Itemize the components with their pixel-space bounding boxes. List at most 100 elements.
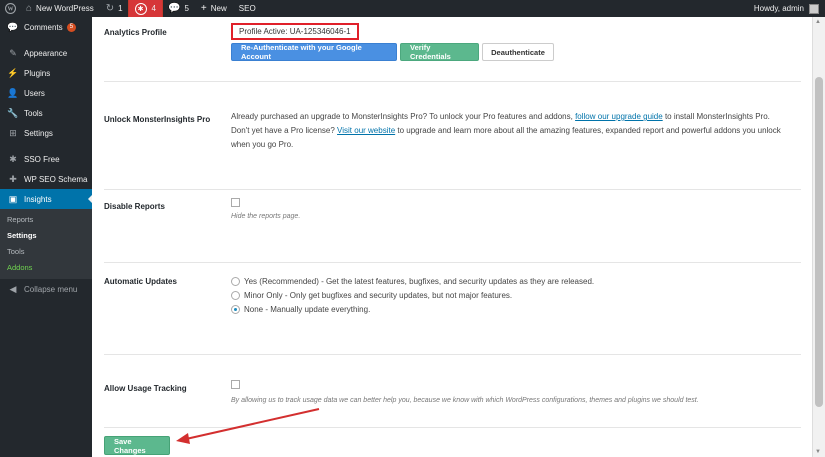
refresh-icon: ↻ [105, 3, 115, 14]
submenu-settings[interactable]: Settings [0, 228, 92, 244]
alert-icon: ✱ [134, 2, 147, 15]
disable-reports-row: Disable Reports Hide the reports page. [104, 190, 801, 263]
sidebar-item-wp-seo-schema[interactable]: ✚ WP SEO Schema [0, 169, 92, 189]
unlock-line2-pre: Don't yet have a Pro license? [231, 126, 335, 135]
unlock-line1-pre: Already purchased an upgrade to MonsterI… [231, 112, 573, 121]
schema-icon: ✚ [9, 173, 17, 184]
insights-icon: ▣ [8, 193, 18, 204]
wordpress-logo-icon[interactable]: W [0, 0, 20, 17]
updates-count: 1 [118, 4, 123, 13]
sidebar-item-label: Insights [24, 194, 52, 204]
unlock-pro-label: Unlock MonsterInsights Pro [104, 115, 211, 124]
update-option-minor[interactable]: Minor Only - Only get bugfixes and secur… [231, 288, 594, 302]
verify-credentials-button[interactable]: Verify Credentials [400, 43, 479, 61]
radio-minor[interactable] [231, 290, 240, 300]
upgrade-guide-link[interactable]: follow our upgrade guide [575, 112, 663, 121]
save-changes-button[interactable]: Save Changes [104, 436, 170, 455]
insights-submenu: Reports Settings Tools Addons [0, 209, 92, 279]
unlock-line1-post: to install MonsterInsights Pro. [664, 112, 770, 121]
sidebar-item-plugins[interactable]: ⚡ Plugins [0, 63, 92, 83]
auth-buttons: Re-Authenticate with your Google Account… [231, 43, 557, 61]
sidebar-item-label: Plugins [24, 68, 51, 78]
admin-sidebar: 💬 Comments 5 ✎ Appearance ⚡ Plugins 👤 Us… [0, 17, 92, 457]
comments-badge: 5 [66, 22, 77, 32]
sidebar-item-label: Settings [24, 128, 53, 138]
sidebar-item-label: Appearance [24, 48, 68, 58]
scroll-up-arrow-icon[interactable]: ▲ [815, 19, 821, 25]
sidebar-item-users[interactable]: 👤 Users [0, 83, 92, 103]
avatar [809, 3, 819, 14]
comments-link[interactable]: 💬 5 [162, 0, 195, 17]
site-name-link[interactable]: ⌂ New WordPress [20, 0, 100, 17]
submenu-tools[interactable]: Tools [0, 244, 92, 260]
visit-website-link[interactable]: Visit our website [337, 126, 395, 135]
submenu-addons[interactable]: Addons [0, 260, 92, 276]
automatic-updates-label: Automatic Updates [104, 277, 177, 286]
reauthenticate-button[interactable]: Re-Authenticate with your Google Account [231, 43, 397, 61]
alerts-count: 4 [151, 4, 156, 13]
paintbrush-icon: ✎ [9, 47, 17, 58]
alerts-link[interactable]: ✱ 4 [127, 0, 164, 18]
site-name: New WordPress [36, 4, 94, 13]
radio-none[interactable] [231, 304, 240, 314]
update-option-yes[interactable]: Yes (Recommended) - Get the latest featu… [231, 274, 594, 288]
usage-tracking-row: Allow Usage Tracking By allowing us to t… [104, 355, 801, 428]
wrench-icon: 🔧 [7, 107, 19, 118]
updates-link[interactable]: ↻ 1 [100, 0, 129, 17]
sidebar-item-tools[interactable]: 🔧 Tools [0, 103, 92, 123]
update-option-yes-label: Yes (Recommended) - Get the latest featu… [244, 276, 595, 286]
plugin-icon: ⚡ [7, 67, 19, 78]
analytics-profile-row: Analytics Profile Profile Active: UA-125… [104, 17, 801, 82]
settings-icon: ⊞ [9, 127, 17, 138]
disable-reports-checkbox[interactable] [231, 198, 240, 207]
comment-icon: 💬 [168, 3, 181, 14]
usage-tracking-label: Allow Usage Tracking [104, 384, 187, 393]
new-content-link[interactable]: + New [195, 0, 233, 17]
unlock-pro-text: Already purchased an upgrade to MonsterI… [231, 110, 796, 152]
sidebar-item-label: Tools [24, 108, 43, 118]
sidebar-item-insights[interactable]: ▣ Insights [0, 189, 92, 209]
update-option-none[interactable]: None - Manually update everything. [231, 302, 594, 316]
sidebar-item-settings[interactable]: ⊞ Settings [0, 123, 92, 143]
submenu-reports[interactable]: Reports [0, 212, 92, 228]
unlock-pro-row: Unlock MonsterInsights Pro Already purch… [104, 82, 801, 190]
unlock-line-3: when you go Pro. [231, 140, 294, 149]
sidebar-item-label: WP SEO Schema [24, 174, 88, 184]
usage-tracking-desc: By allowing us to track usage data we ca… [231, 397, 699, 404]
collapse-label: Collapse menu [24, 284, 78, 294]
sidebar-item-comments[interactable]: 💬 Comments 5 [0, 17, 92, 37]
seo-label: SEO [238, 4, 256, 13]
disable-reports-body: Hide the reports page. [231, 198, 300, 220]
scrollbar-thumb[interactable] [815, 77, 823, 407]
save-area: Save Changes [104, 436, 173, 455]
sidebar-item-label: Comments [24, 22, 63, 32]
comment-icon: 💬 [7, 21, 19, 32]
unlock-line-1: Already purchased an upgrade to MonsterI… [231, 110, 796, 124]
collapse-icon: ◀ [9, 283, 17, 294]
sidebar-item-appearance[interactable]: ✎ Appearance [0, 43, 92, 63]
sidebar-item-label: SSO Free [24, 154, 60, 164]
sso-icon: ✱ [9, 153, 17, 164]
analytics-profile-body: Profile Active: UA-125346046-1 Re-Authen… [231, 23, 557, 61]
page-scrollbar[interactable]: ▲ ▼ [812, 17, 825, 457]
unlock-line-2: Don't yet have a Pro license? Visit our … [231, 124, 796, 138]
seo-link[interactable]: SEO [233, 0, 262, 17]
profile-active-text: Profile Active: UA-125346046-1 [231, 23, 359, 40]
account-menu[interactable]: Howdy, admin [748, 0, 825, 17]
disable-reports-label: Disable Reports [104, 202, 165, 211]
collapse-menu-button[interactable]: ◀ Collapse menu [0, 279, 92, 299]
sidebar-item-sso-free[interactable]: ✱ SSO Free [0, 149, 92, 169]
update-option-minor-label: Minor Only - Only get bugfixes and secur… [244, 290, 513, 300]
analytics-profile-label: Analytics Profile [104, 28, 167, 37]
automatic-updates-row: Automatic Updates Yes (Recommended) - Ge… [104, 263, 801, 355]
automatic-updates-options: Yes (Recommended) - Get the latest featu… [231, 274, 594, 316]
admin-bar: W ⌂ New WordPress ↻ 1 ✱ 4 💬 5 + New SEO … [0, 0, 825, 18]
unlock-line2-post: to upgrade and learn more about all the … [397, 126, 781, 135]
plus-icon: + [200, 3, 207, 14]
deauthenticate-button[interactable]: Deauthenticate [482, 43, 554, 61]
update-option-none-label: None - Manually update everything. [244, 304, 371, 314]
comments-count: 5 [184, 4, 189, 13]
scroll-down-arrow-icon[interactable]: ▼ [815, 449, 821, 455]
radio-yes[interactable] [231, 276, 240, 286]
usage-tracking-checkbox[interactable] [231, 380, 240, 389]
